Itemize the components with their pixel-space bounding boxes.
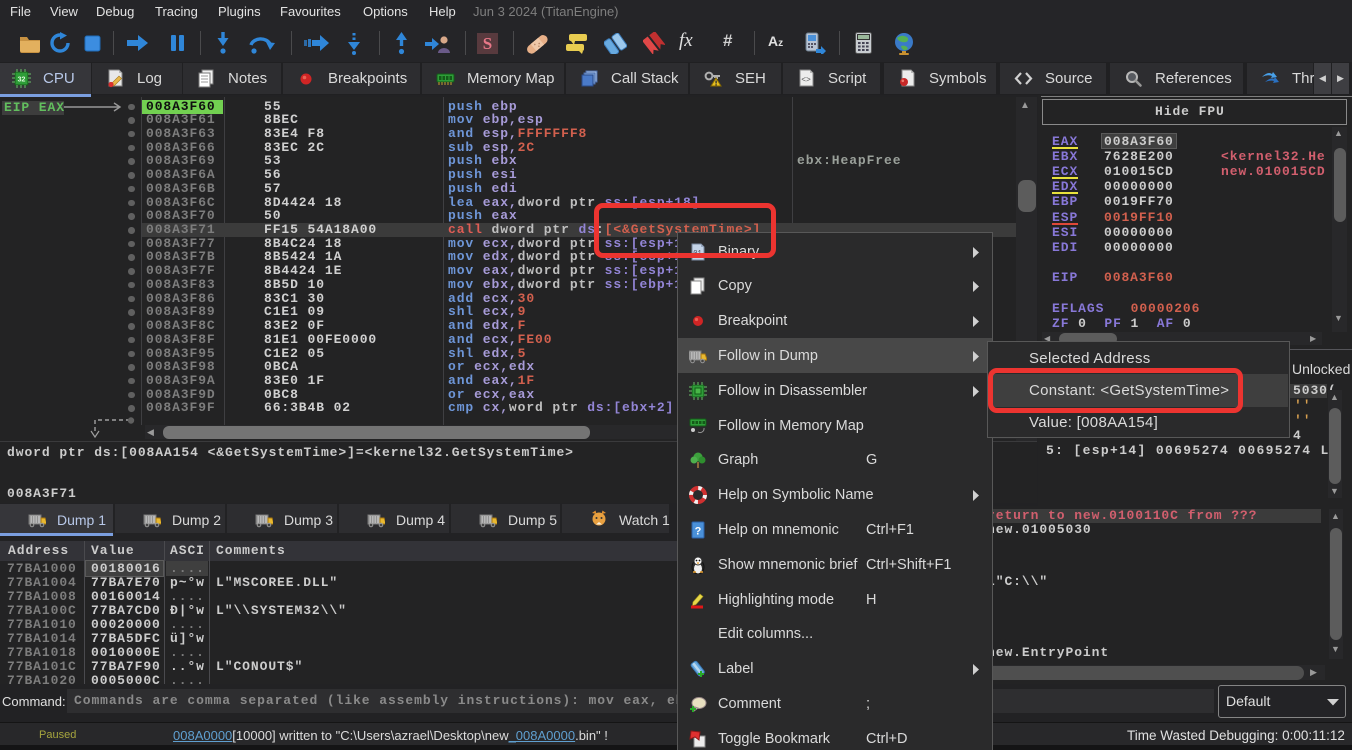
svg-text:<>: <> <box>801 76 811 85</box>
svg-text:?: ? <box>695 525 702 537</box>
svg-text:32: 32 <box>18 77 26 84</box>
